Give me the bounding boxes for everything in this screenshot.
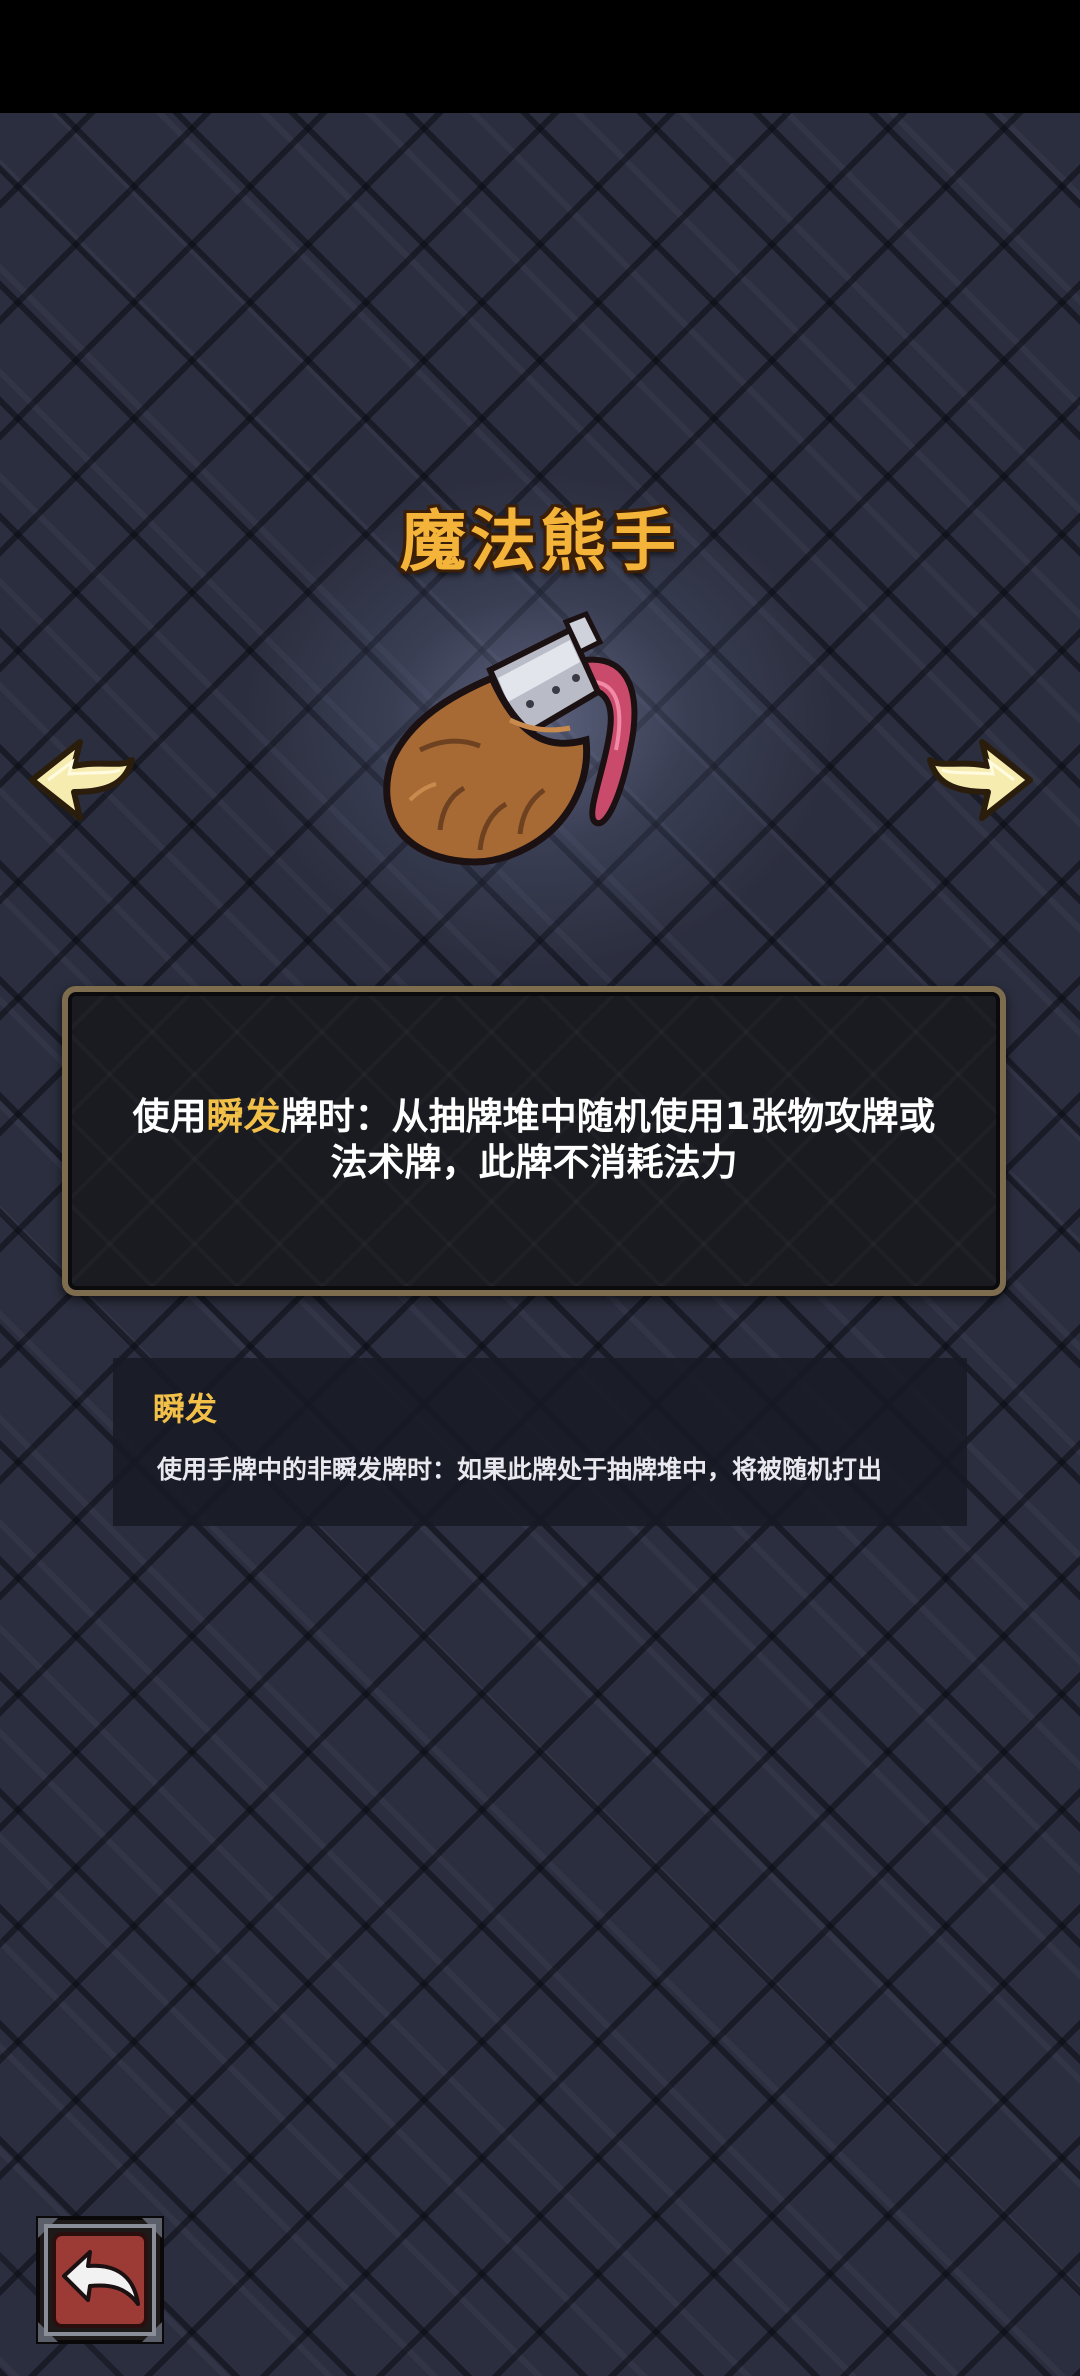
back-button[interactable] bbox=[34, 2214, 166, 2346]
item-title: 魔法熊手 bbox=[400, 503, 680, 580]
left-arrow-icon[interactable] bbox=[22, 730, 142, 830]
description-line1-suffix: 牌时：从抽牌堆中随机使用1张物攻牌或 bbox=[280, 1095, 936, 1138]
keyword-title: 瞬发 bbox=[153, 1390, 218, 1428]
description-keyword[interactable]: 瞬发 bbox=[207, 1095, 281, 1138]
keyword-tooltip: 瞬发 使用手牌中的非瞬发牌时：如果此牌处于抽牌堆中，将被随机打出 bbox=[113, 1358, 967, 1526]
keyword-description: 使用手牌中的非瞬发牌时：如果此牌处于抽牌堆中，将被随机打出 bbox=[157, 1455, 883, 1484]
item-description: 使用瞬发牌时：从抽牌堆中随机使用1张物攻牌或 法术牌，此牌不消耗法力 bbox=[128, 1094, 940, 1186]
status-bar bbox=[0, 0, 1080, 113]
item-description-panel: 使用瞬发牌时：从抽牌堆中随机使用1张物攻牌或 法术牌，此牌不消耗法力 bbox=[62, 986, 1006, 1296]
right-arrow-icon[interactable] bbox=[920, 730, 1040, 830]
screen: 魔法熊手 使用瞬发牌时：从抽牌堆中随机使用1张物攻牌或 法术牌，此牌不消耗法力 … bbox=[0, 0, 1080, 2376]
description-prefix: 使用 bbox=[132, 1095, 207, 1138]
bear-paw-glove-icon bbox=[383, 610, 638, 866]
description-line2: 法术牌，此牌不消耗法力 bbox=[330, 1141, 738, 1184]
